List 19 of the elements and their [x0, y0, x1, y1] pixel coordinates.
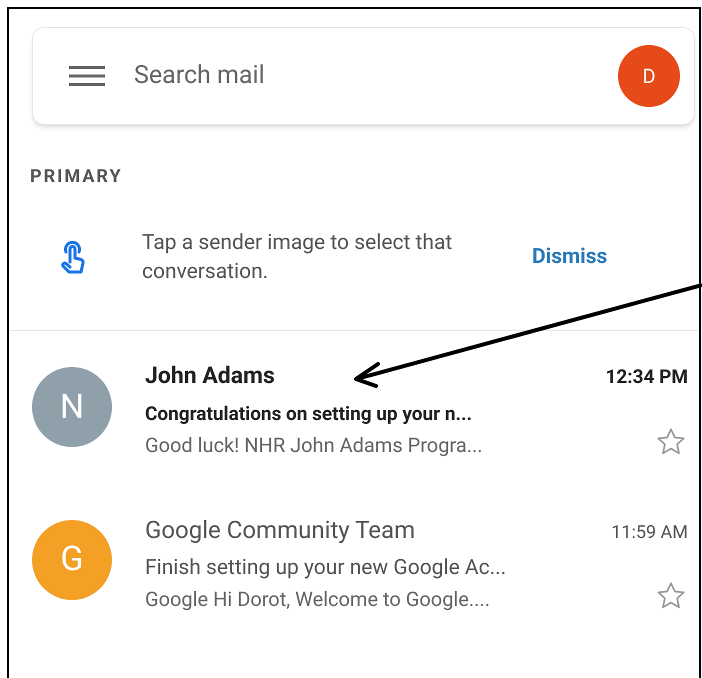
email-subject: Congratulations on setting up your n... [145, 400, 473, 426]
email-subject: Finish setting up your new Google Ac... [145, 554, 506, 582]
search-placeholder: Search mail [134, 60, 266, 92]
tip-text: Tap a sender image to select that conversation. [142, 230, 454, 286]
touch-hand-icon [60, 240, 86, 276]
search-bar[interactable]: Search mail D [32, 27, 695, 125]
sender-avatar[interactable]: N [32, 367, 112, 447]
account-avatar[interactable]: D [618, 45, 680, 107]
sender-name: John Adams [145, 361, 275, 391]
sender-name: Google Community Team [145, 514, 416, 546]
email-row[interactable]: G Google Community Team 11:59 AM Finish setting up your new Google Ac... Google Hi Dorot, Welcome to Google.... [32, 512, 688, 614]
section-label: PRIMARY [30, 165, 124, 189]
email-row[interactable]: N John Adams 12:34 PM Congratulations on setting up your n... Good luck! NHR John Adams Progra... [32, 359, 688, 460]
email-time: 11:59 AM [611, 520, 688, 544]
email-time: 12:34 PM [605, 364, 688, 390]
menu-icon[interactable] [69, 64, 105, 88]
dismiss-button[interactable]: Dismiss [532, 242, 608, 274]
email-snippet: Good luck! NHR John Adams Progra... [145, 432, 483, 458]
email-snippet: Google Hi Dorot, Welcome to Google.... [145, 586, 491, 612]
